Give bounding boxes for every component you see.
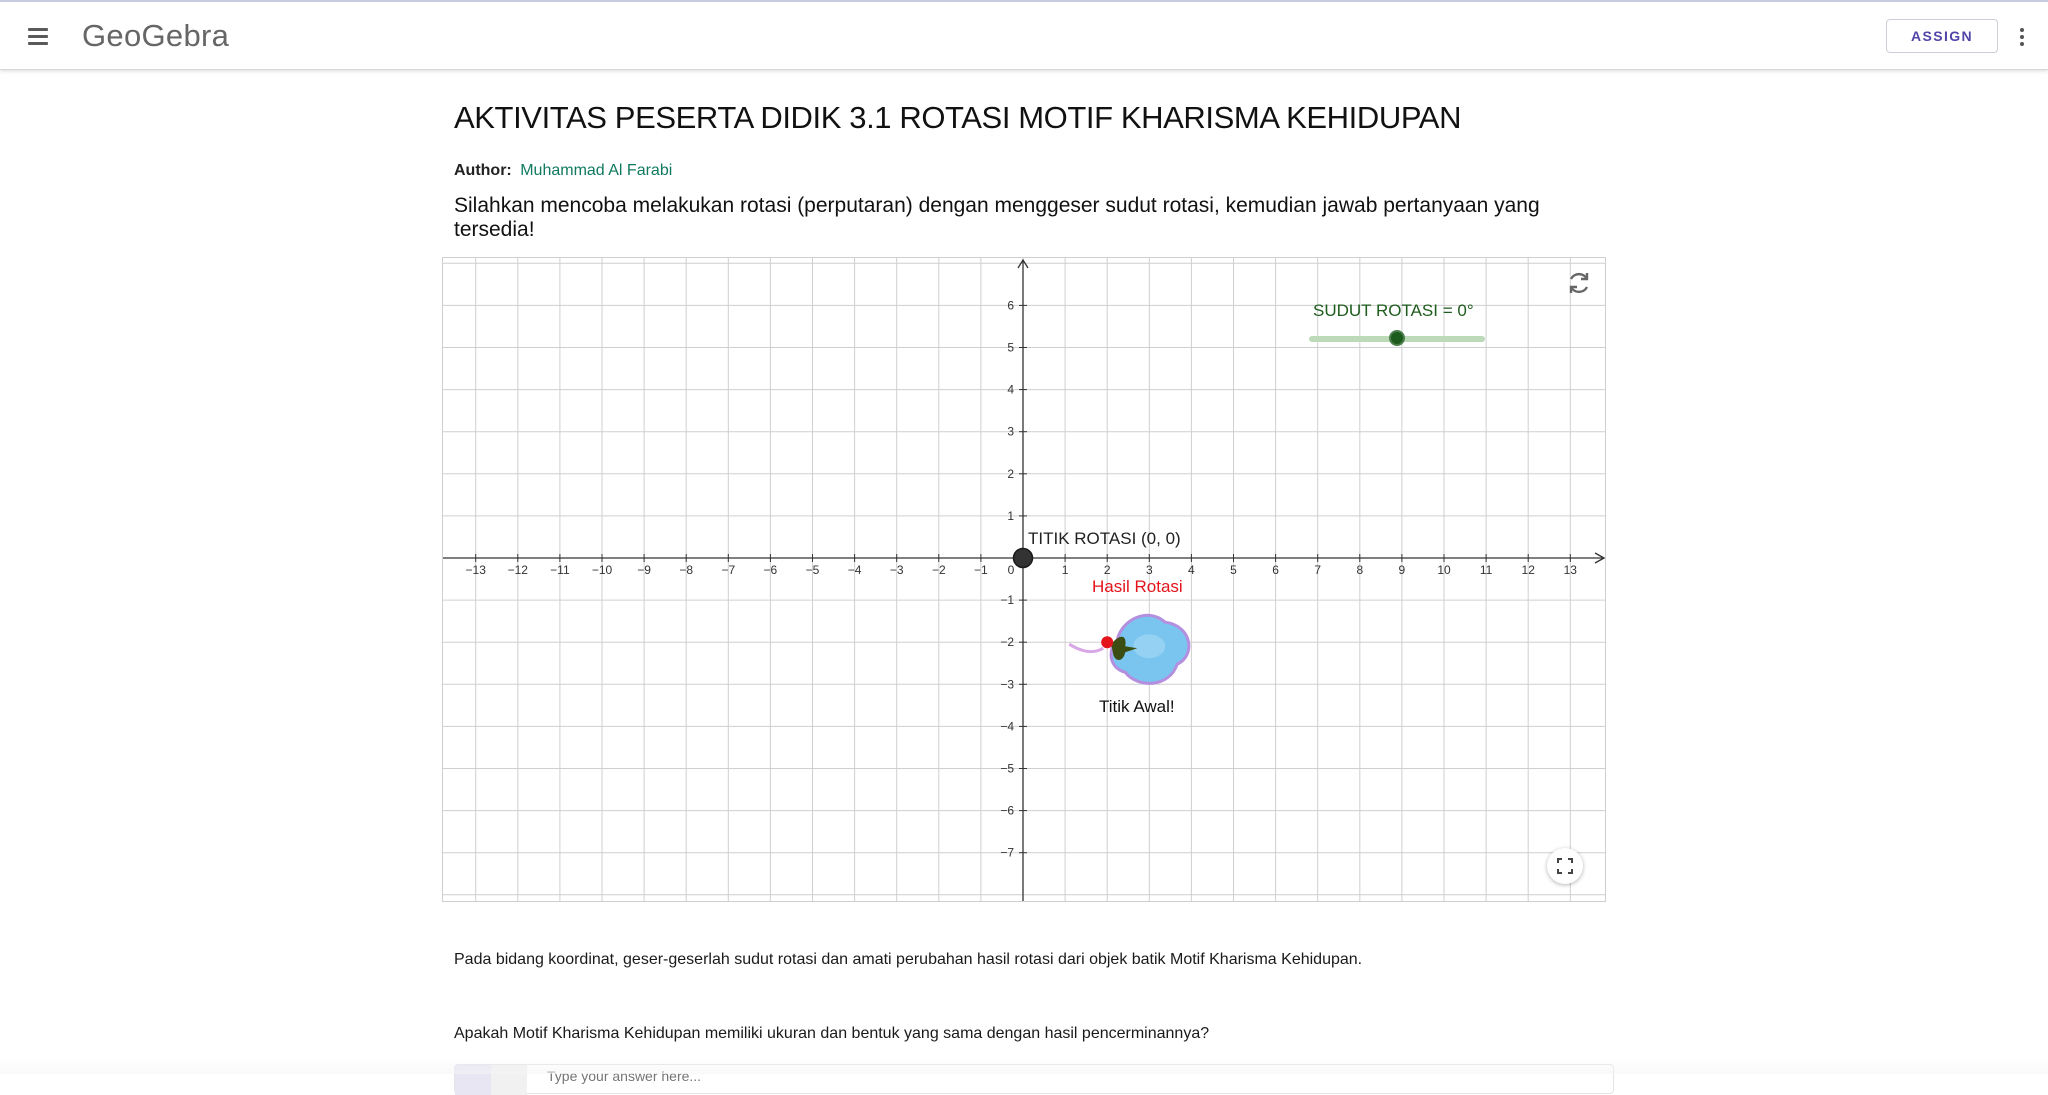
y-tick-label: −4 xyxy=(1000,719,1014,733)
x-tick-label: 3 xyxy=(1146,563,1153,577)
author-label: Author: xyxy=(454,162,512,179)
rotation-result-point xyxy=(1101,636,1114,649)
fullscreen-button[interactable] xyxy=(1547,848,1583,884)
geogebra-logo[interactable]: GeoGebra xyxy=(82,16,229,56)
x-tick-label: −2 xyxy=(932,563,946,577)
page-title: AKTIVITAS PESERTA DIDIK 3.1 ROTASI MOTIF… xyxy=(454,100,1462,135)
rotation-center-point xyxy=(1012,547,1034,569)
y-tick-label: −7 xyxy=(1000,846,1014,860)
assign-button[interactable]: ASSIGN xyxy=(1886,19,1998,53)
y-tick-label: −2 xyxy=(1000,635,1014,649)
x-tick-label: 2 xyxy=(1104,563,1111,577)
x-tick-label: 11 xyxy=(1480,563,1493,577)
reset-icon[interactable] xyxy=(1566,270,1592,296)
x-tick-label: 9 xyxy=(1399,563,1406,577)
x-tick-label: −3 xyxy=(890,563,904,577)
x-tick-label: −9 xyxy=(637,563,651,577)
motif-highlight xyxy=(1133,634,1166,659)
y-tick-label: 4 xyxy=(1007,383,1014,397)
x-tick-label: 4 xyxy=(1188,563,1195,577)
x-tick-label: −6 xyxy=(764,563,778,577)
x-tick-label: −5 xyxy=(806,563,820,577)
x-tick-label: 6 xyxy=(1272,563,1279,577)
motif-stem xyxy=(1068,642,1104,654)
x-tick-label: −8 xyxy=(679,563,693,577)
y-tick-label: −3 xyxy=(1000,677,1014,691)
author-link[interactable]: Muhammad Al Farabi xyxy=(520,162,672,179)
x-tick-label: −11 xyxy=(550,563,570,577)
answer-input[interactable] xyxy=(545,1067,949,1085)
instruction-text: Silahkan mencoba melakukan rotasi (perpu… xyxy=(454,194,1540,241)
top-bar: GeoGebra ASSIGN xyxy=(0,0,2048,70)
answer-field[interactable] xyxy=(454,1064,1614,1095)
slider-label: SUDUT ROTASI = 0° xyxy=(1313,301,1474,320)
rotation-result-label: Hasil Rotasi xyxy=(1092,577,1183,596)
y-tick-label: 2 xyxy=(1007,467,1014,481)
rotation-center-label: TITIK ROTASI (0, 0) xyxy=(1028,529,1181,548)
instruction-paragraph: Pada bidang koordinat, geser-geserlah su… xyxy=(454,951,1363,968)
x-tick-label: 10 xyxy=(1437,563,1451,577)
x-tick-label: 0 xyxy=(1008,563,1015,577)
y-tick-label: 5 xyxy=(1007,341,1014,355)
slider-knob[interactable] xyxy=(1389,330,1405,346)
y-tick-label: 1 xyxy=(1007,509,1014,523)
y-tick-label: −6 xyxy=(1000,804,1014,818)
fullscreen-icon xyxy=(1557,858,1573,874)
more-vert-icon[interactable] xyxy=(2014,26,2030,48)
author-line: Author: Muhammad Al Farabi xyxy=(454,162,672,180)
answer-format-tab[interactable] xyxy=(455,1065,491,1095)
x-tick-label: −1 xyxy=(974,563,988,577)
question-text: Apakah Motif Kharisma Kehidupan memiliki… xyxy=(454,1025,1210,1042)
x-tick-label: 8 xyxy=(1356,563,1363,577)
x-tick-label: −4 xyxy=(848,563,862,577)
x-tick-label: −12 xyxy=(508,563,529,577)
y-tick-label: 3 xyxy=(1007,425,1014,439)
x-tick-label: 5 xyxy=(1230,563,1237,577)
brand-text: GeoGebra xyxy=(82,18,230,53)
x-tick-label: 13 xyxy=(1564,563,1578,577)
y-tick-label: 6 xyxy=(1007,298,1014,312)
answer-format-tab-2[interactable] xyxy=(491,1065,527,1095)
geogebra-applet[interactable]: −13 −12 −11 −10 −9 −8 −7 −6 −5 −4 −3 −2 −1 0 1 2 3 4 5 6 7 8 9… xyxy=(442,257,1606,902)
x-tick-label: 1 xyxy=(1062,563,1069,577)
x-tick-label: 7 xyxy=(1314,563,1321,577)
y-tick-label: −5 xyxy=(1000,762,1014,776)
coordinate-plane[interactable]: −13 −12 −11 −10 −9 −8 −7 −6 −5 −4 −3 −2 −1 0 1 2 3 4 5 6 7 8 9… xyxy=(443,258,1606,902)
x-tick-label: 12 xyxy=(1522,563,1536,577)
start-point-label: Titik Awal! xyxy=(1099,697,1175,716)
hamburger-menu-icon[interactable] xyxy=(26,26,50,46)
x-tick-label: −10 xyxy=(592,563,613,577)
y-tick-label: −1 xyxy=(1000,593,1014,607)
x-tick-label: −13 xyxy=(466,563,487,577)
x-tick-label: −7 xyxy=(721,563,735,577)
